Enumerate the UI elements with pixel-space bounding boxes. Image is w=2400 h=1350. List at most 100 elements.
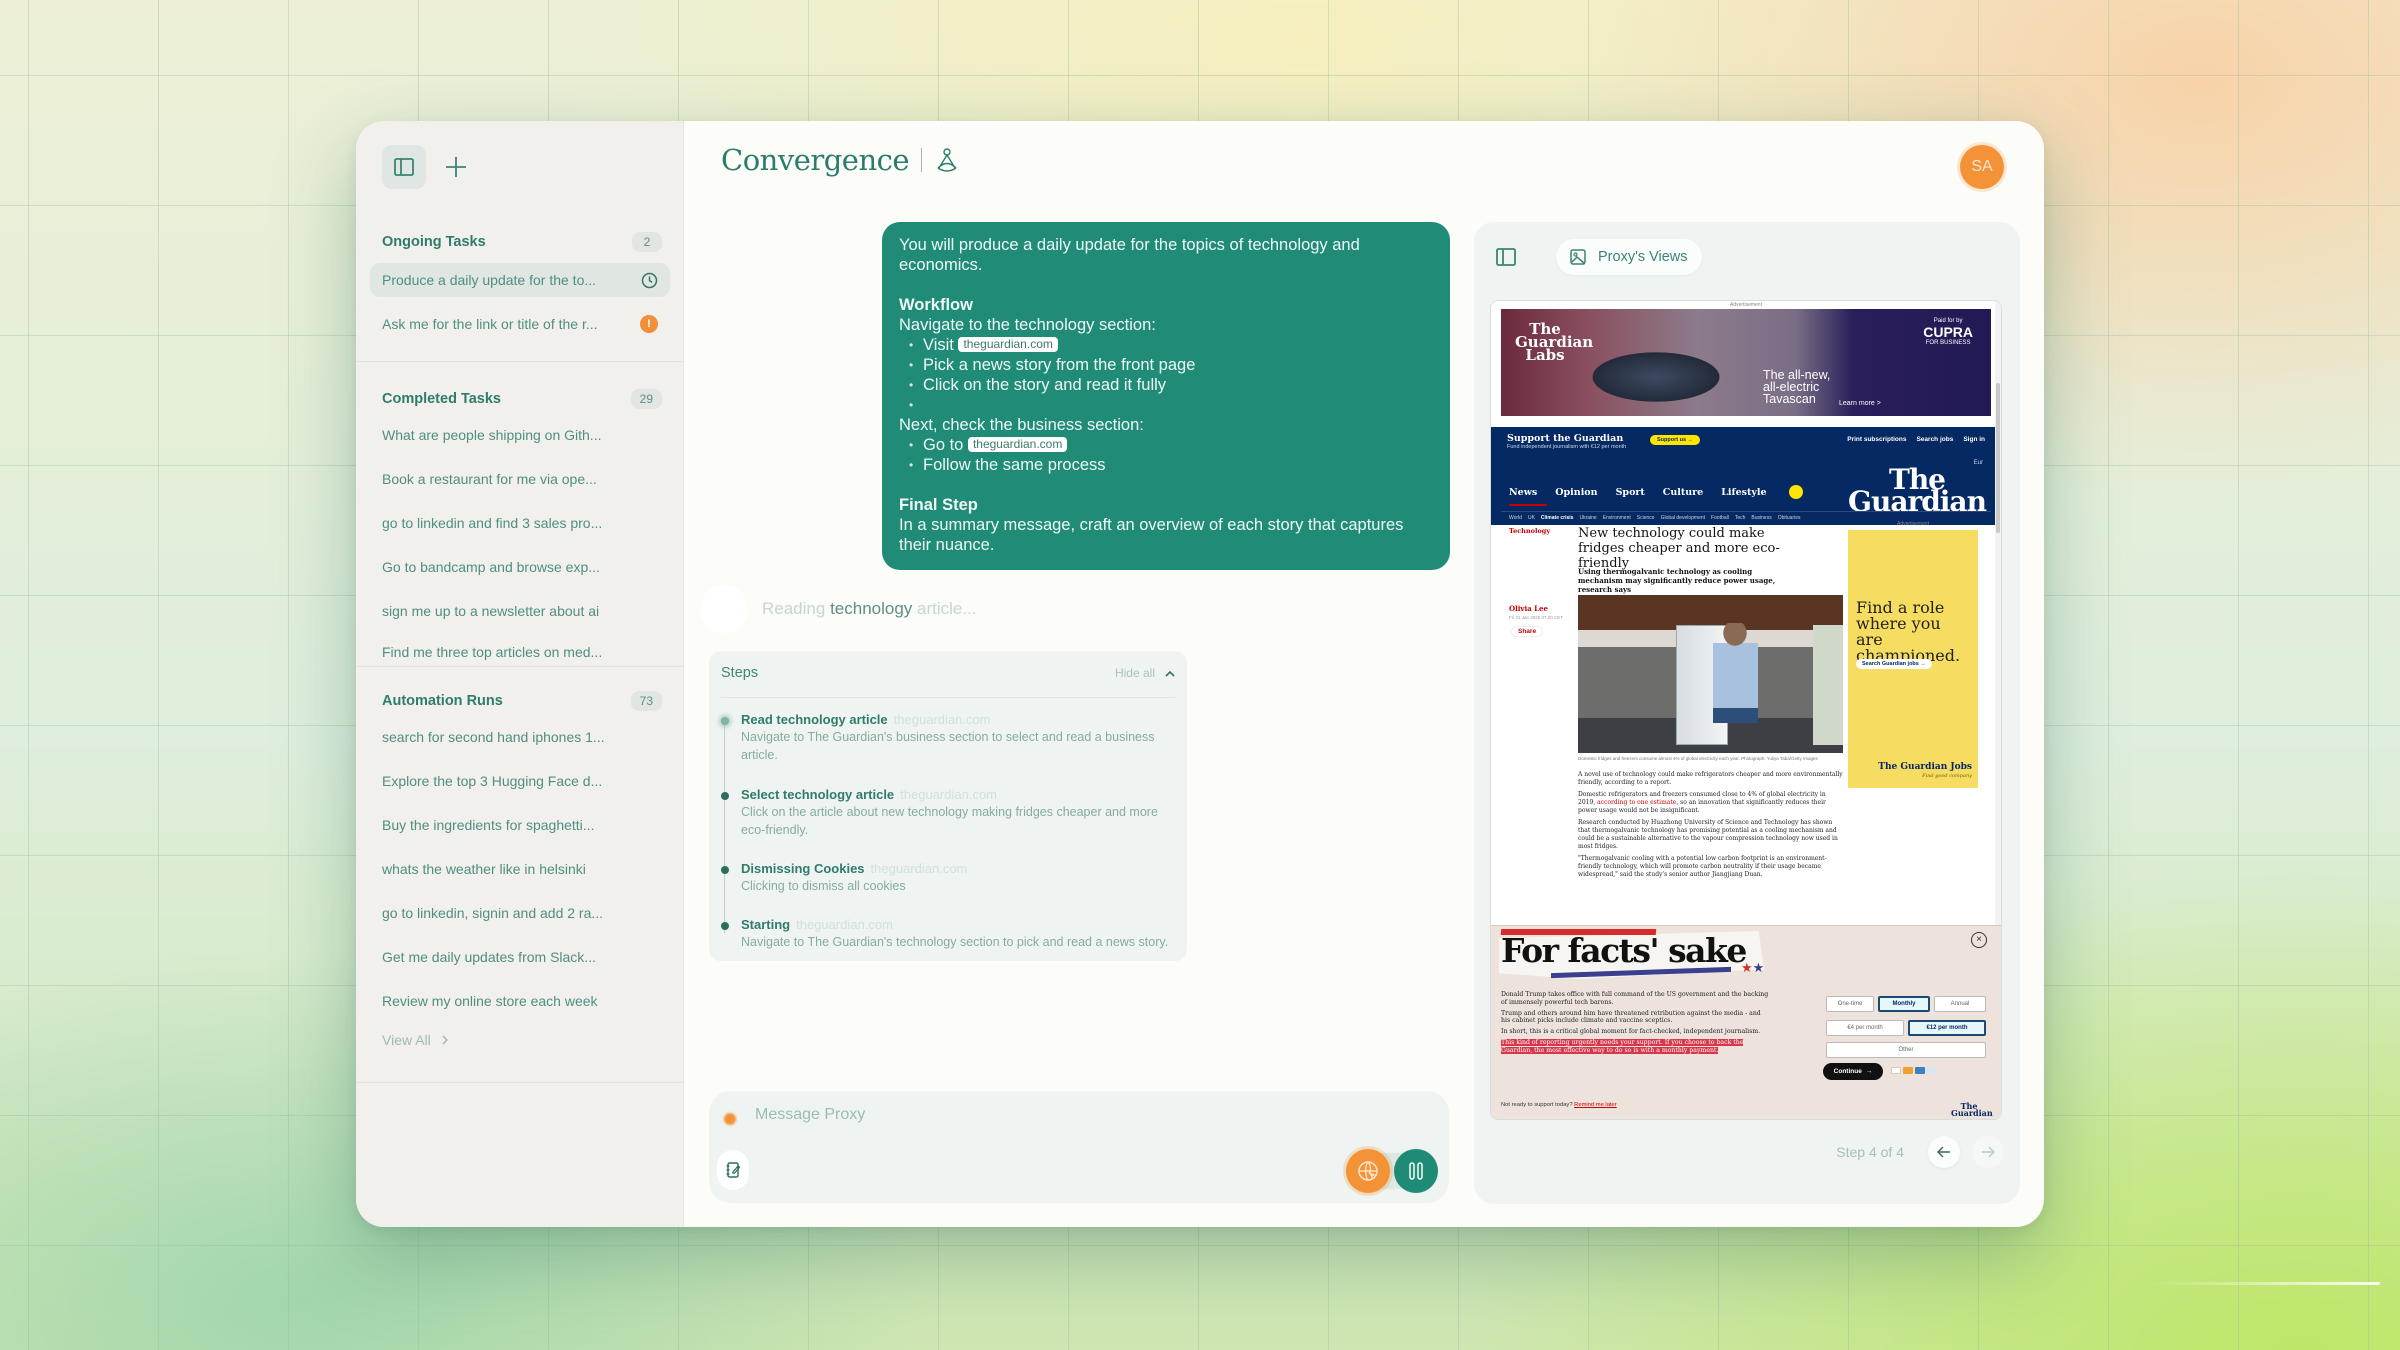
message-intro: You will produce a daily update for the … [899, 236, 1360, 274]
steps-panel: Steps Hide all Read technology article th… [709, 651, 1187, 961]
frequency-option[interactable]: One-time [1826, 996, 1874, 1012]
step-counter: Step 4 of 4 [1836, 1144, 1904, 1160]
guardian-logo[interactable]: The Guardian [1847, 466, 1987, 516]
sidebar-toggle-button[interactable] [382, 145, 426, 189]
header-link[interactable]: Sign in [1963, 436, 1985, 443]
automation-item[interactable]: Explore the top 3 Hugging Face d... [370, 764, 670, 798]
agent-status: Reading technology article... [704, 589, 977, 629]
link-chip[interactable]: theguardian.com [967, 437, 1068, 452]
support-us-button[interactable]: Support us → [1650, 435, 1701, 445]
task-item[interactable]: Book a restaurant for me via ope... [370, 462, 670, 496]
jobs-advertisement[interactable]: Find a role where you are championed. Se… [1848, 530, 1978, 788]
frequency-option-selected[interactable]: Monthly [1878, 996, 1930, 1012]
task-label: Find me three top articles on med... [382, 644, 603, 660]
payment-cards-icon [1891, 1067, 1937, 1074]
automation-item[interactable]: Get me daily updates from Slack... [370, 940, 670, 974]
search-jobs-button[interactable]: Search Guardian jobs → [1856, 659, 1932, 669]
share-button[interactable]: Share [1511, 626, 1544, 637]
close-icon[interactable]: × [1971, 932, 1987, 948]
proxys-views-tab[interactable]: Proxy's Views [1556, 239, 1702, 275]
subnav-link[interactable]: Business [1751, 515, 1771, 521]
nav-link[interactable]: News [1509, 487, 1548, 506]
menu-icon[interactable] [1788, 485, 1803, 499]
app-title: Convergence [721, 143, 910, 177]
task-item[interactable]: go to linkedin and find 3 sales pro... [370, 506, 670, 540]
task-item[interactable]: Find me three top articles on med... [370, 638, 670, 660]
loading-spinner-icon [704, 589, 744, 629]
task-item[interactable]: Produce a daily update for the to... [370, 263, 670, 297]
user-avatar[interactable]: SA [1960, 145, 2004, 189]
image-caption: Domestic fridges and freezers consume al… [1578, 756, 1818, 761]
car-advertisement[interactable]: The Guardian Labs The all-new, all-elect… [1501, 309, 1991, 416]
subnav-link[interactable]: UK [1528, 515, 1535, 521]
link-chip[interactable]: theguardian.com [958, 337, 1058, 352]
article-kicker[interactable]: Technology [1509, 527, 1550, 535]
nav-link[interactable]: Opinion [1555, 487, 1607, 506]
step-item[interactable]: Starting theguardian.com Navigate to The … [721, 917, 1181, 951]
step-item[interactable]: Select technology article theguardian.com… [721, 787, 1181, 839]
edition-selector[interactable]: Eur [1974, 460, 1983, 466]
hide-all-button[interactable]: Hide all [1115, 666, 1175, 680]
subnav-link[interactable]: Tech [1735, 515, 1746, 521]
step-item[interactable]: Read technology article theguardian.com N… [721, 712, 1181, 764]
subnav-link[interactable]: Football [1711, 515, 1729, 521]
chevron-right-icon [442, 1035, 448, 1045]
article-author[interactable]: Olivia Lee [1509, 604, 1548, 613]
task-label: What are people shipping on Gith... [382, 427, 602, 443]
task-item[interactable]: Go to bandcamp and browse exp... [370, 550, 670, 584]
frequency-option[interactable]: Annual [1934, 996, 1986, 1012]
new-task-button[interactable] [440, 151, 472, 183]
subnav-link[interactable]: Climate crisis [1541, 515, 1574, 521]
panel-toggle-icon [1496, 248, 1516, 266]
subnav-link[interactable]: World [1509, 515, 1522, 521]
panel-toggle-button[interactable] [1496, 248, 1516, 271]
arrow-right-icon: → [1865, 1068, 1873, 1075]
nav-link[interactable]: Sport [1616, 487, 1655, 506]
automation-label: whats the weather like in helsinki [382, 861, 586, 877]
ad-cta: Learn more > [1839, 400, 1881, 407]
business-steps-list: Go to theguardian.com Follow the same pr… [899, 435, 1433, 475]
header-link[interactable]: Search jobs [1916, 436, 1953, 443]
nav-link[interactable]: Lifestyle [1721, 487, 1776, 506]
view-all-link[interactable]: View All [356, 1032, 684, 1048]
tech-steps-list: Visit theguardian.com Pick a news story … [899, 335, 1433, 415]
sidebar-toggle-icon [394, 158, 414, 176]
inline-link[interactable]: according to one estimate [1597, 799, 1676, 806]
continue-button[interactable]: Continue → [1823, 1063, 1883, 1080]
article-standfirst: Using thermogalvanic technology as cooli… [1578, 567, 1776, 594]
task-label: go to linkedin and find 3 sales pro... [382, 515, 603, 531]
section-title: Completed Tasks [382, 391, 501, 407]
proxy-browse-button[interactable] [1346, 1149, 1390, 1193]
automation-item[interactable]: go to linkedin, signin and add 2 ra... [370, 896, 670, 930]
nav-link[interactable]: Culture [1663, 487, 1713, 506]
image-icon [1570, 249, 1586, 265]
amount-option-selected[interactable]: €12 per month [1908, 1020, 1986, 1036]
automation-item[interactable]: whats the weather like in helsinki [370, 852, 670, 886]
globe-cursor-icon [1358, 1161, 1378, 1181]
message-input[interactable] [755, 1106, 1355, 1124]
automation-item[interactable]: Buy the ingredients for spaghetti... [370, 808, 670, 842]
task-item[interactable]: What are people shipping on Gith... [370, 418, 670, 452]
jobs-ad-headline: Find a role where you are championed. [1856, 598, 1961, 665]
next-step-button[interactable] [1972, 1136, 2004, 1168]
header-link[interactable]: Print subscriptions [1847, 436, 1906, 443]
support-banner: For facts' sake ★★ × Donald Trump takes … [1491, 925, 2001, 1119]
automation-item[interactable]: search for second hand iphones 1... [370, 720, 670, 754]
task-item[interactable]: sign me up to a newsletter about ai [370, 594, 670, 628]
paragraph: Domestic refrigerators and freezers cons… [1578, 791, 1826, 814]
car-image [1566, 327, 1746, 412]
automation-item[interactable]: Review my online store each week [370, 984, 670, 1018]
notes-button[interactable] [717, 1150, 749, 1190]
remind-me-later-link[interactable]: Remind me later [1574, 1102, 1617, 1108]
amount-option[interactable]: €4 per month [1826, 1020, 1904, 1036]
subnav-link[interactable]: Ukraine [1579, 515, 1596, 521]
previous-step-button[interactable] [1928, 1136, 1960, 1168]
step-item[interactable]: Dismissing Cookies theguardian.com Clicki… [721, 861, 1181, 895]
other-amount-option[interactable]: Other [1826, 1042, 1986, 1058]
pause-button[interactable] [1394, 1149, 1438, 1193]
subnav-link[interactable]: Science [1637, 515, 1655, 521]
subnav-link[interactable]: Global development [1661, 515, 1705, 521]
subnav-link[interactable]: Obituaries [1778, 515, 1801, 521]
subnav-link[interactable]: Environment [1603, 515, 1631, 521]
task-item[interactable]: Ask me for the link or title of the r...… [370, 307, 670, 341]
